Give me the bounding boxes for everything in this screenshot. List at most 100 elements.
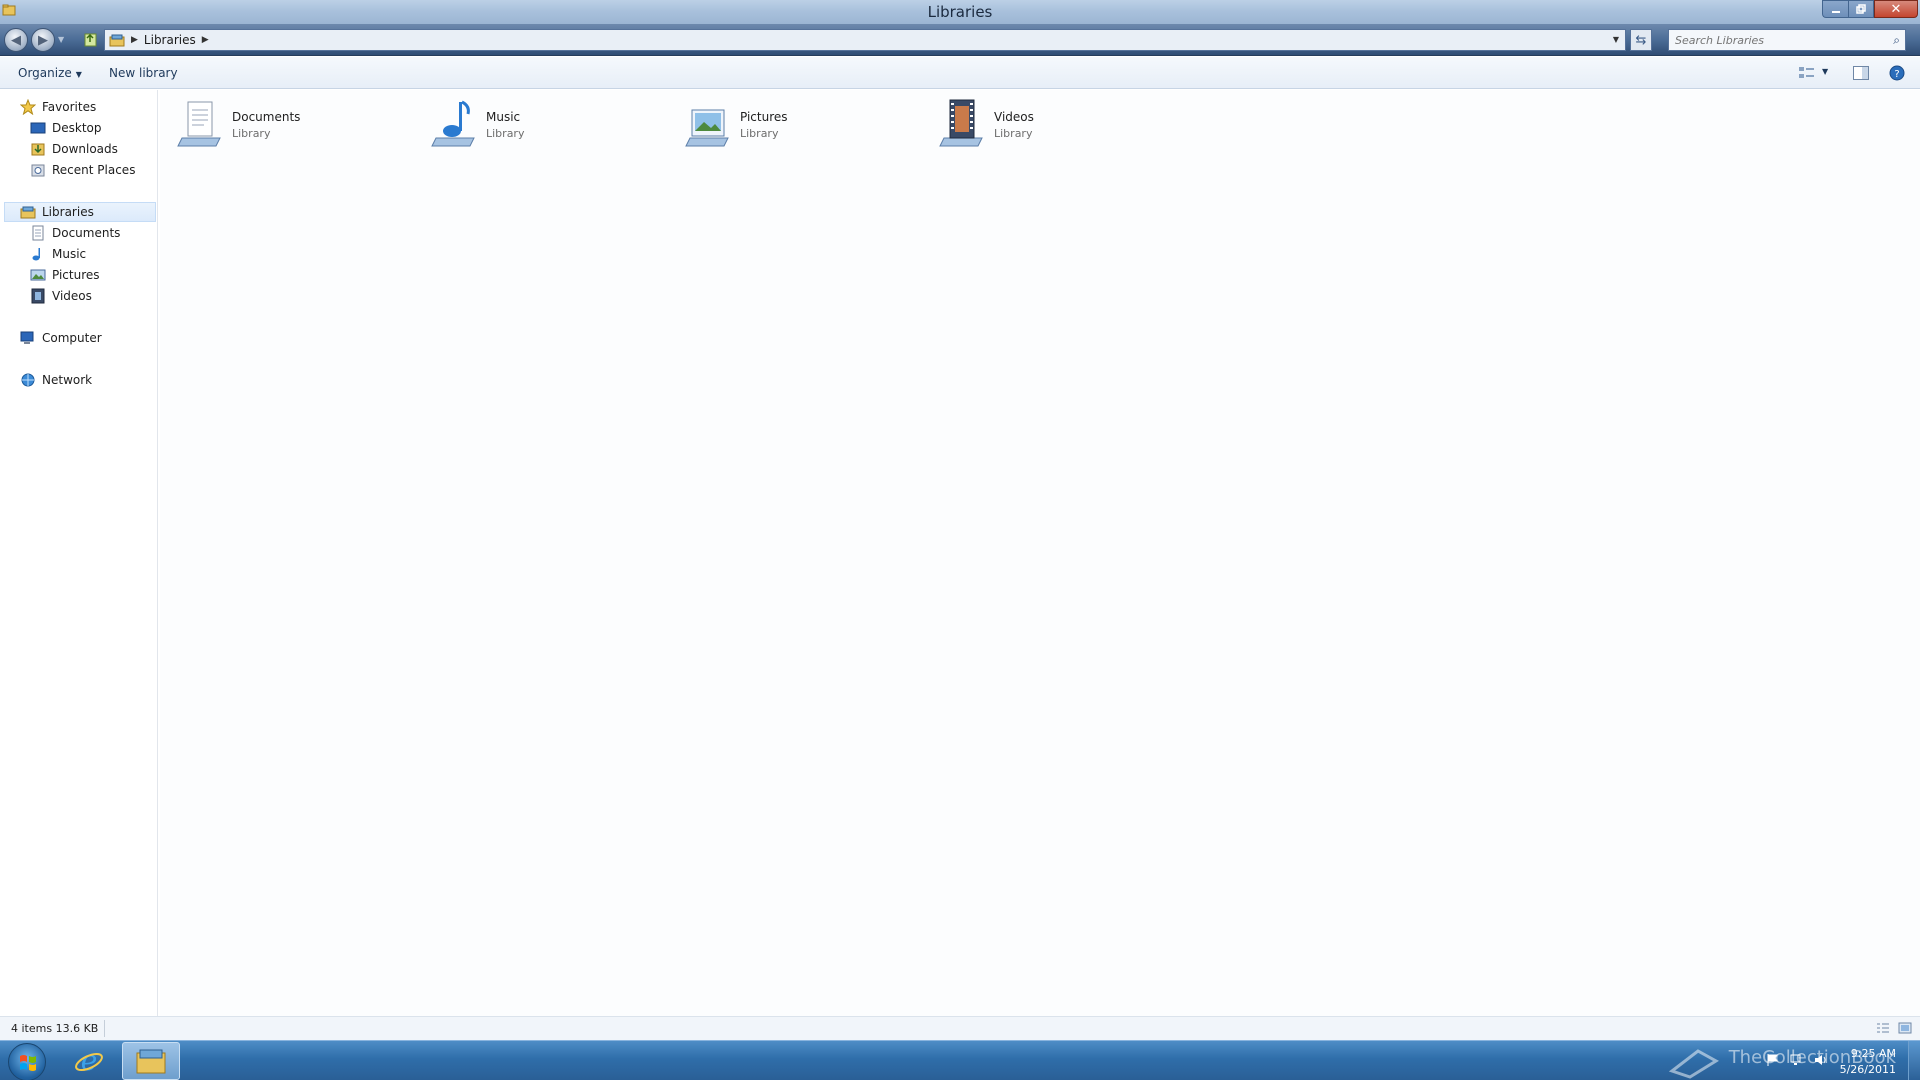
library-item-documents[interactable]: Documents Library — [176, 98, 300, 148]
nav-library-pictures[interactable]: Pictures — [30, 265, 100, 285]
nav-favorites[interactable]: Favorites — [20, 97, 96, 117]
back-arrow-icon: ◀ — [11, 32, 21, 48]
restore-icon — [1856, 4, 1866, 14]
favorites-star-icon — [20, 99, 36, 115]
chevron-down-icon: ▼ — [75, 70, 82, 79]
show-desktop-button[interactable] — [1908, 1041, 1920, 1080]
window-controls: ✕ — [1822, 0, 1918, 18]
book-watermark-icon — [1668, 1049, 1719, 1079]
organize-label: Organize — [18, 66, 72, 80]
nav-documents-label: Documents — [52, 226, 121, 240]
breadcrumb-separator-icon[interactable]: ▶ — [202, 35, 209, 45]
window-title: Libraries — [927, 3, 993, 21]
view-options-chevron-icon[interactable]: ▼ — [1822, 67, 1828, 76]
status-bar: 4 items 13.6 KB — [0, 1016, 1920, 1040]
library-name: Music — [486, 110, 521, 124]
forward-button[interactable]: ▶ — [31, 28, 55, 52]
library-item-pictures[interactable]: Pictures Library — [684, 98, 788, 148]
libraries-icon — [20, 206, 36, 219]
file-view: Documents Library Music Library Pictures… — [160, 90, 1920, 1016]
nav-recent-places-label: Recent Places — [52, 163, 136, 177]
library-type: Library — [486, 127, 525, 140]
breadcrumb-separator-icon[interactable]: ▶ — [131, 35, 138, 45]
maximize-button[interactable] — [1848, 0, 1874, 18]
svg-text:?: ? — [1894, 69, 1899, 80]
nav-downloads[interactable]: Downloads — [30, 139, 118, 159]
recent-places-icon — [31, 164, 45, 177]
taskbar-windows-explorer[interactable] — [122, 1042, 180, 1080]
change-view-icon[interactable] — [1798, 65, 1816, 81]
action-center-flag-icon[interactable] — [1766, 1053, 1780, 1067]
downloads-icon — [31, 143, 45, 156]
music-library-icon — [431, 100, 475, 147]
explorer-folder-icon — [136, 1049, 166, 1074]
nav-library-documents[interactable]: Documents — [30, 223, 120, 243]
taskbar-internet-explorer[interactable]: e — [60, 1042, 118, 1080]
organize-button[interactable]: Organize ▼ — [18, 66, 82, 80]
nav-recent-places[interactable]: Recent Places — [30, 160, 135, 180]
nav-library-music[interactable]: Music — [30, 244, 86, 264]
nav-music-label: Music — [52, 247, 87, 261]
library-name: Documents — [232, 110, 301, 124]
svg-text:e: e — [81, 1045, 98, 1077]
start-button[interactable] — [8, 1043, 46, 1080]
nav-favorites-label: Favorites — [42, 100, 97, 114]
recent-pages-dropdown[interactable]: ▼ — [58, 35, 64, 44]
clock-date: 5/26/2011 — [1839, 1063, 1896, 1076]
clock[interactable]: 9:25 AM 5/26/2011 — [1840, 1046, 1896, 1078]
large-icons-view-icon[interactable] — [1898, 1022, 1912, 1034]
up-folder-icon[interactable] — [84, 31, 98, 47]
nav-network[interactable]: Network — [20, 370, 92, 390]
documents-library-icon — [177, 101, 221, 147]
close-button[interactable]: ✕ — [1874, 0, 1918, 18]
close-icon: ✕ — [1890, 1, 1902, 17]
address-history-dropdown[interactable]: ▼ — [1613, 35, 1619, 44]
back-button[interactable]: ◀ — [4, 28, 28, 52]
title-bar: Libraries ✕ — [0, 0, 1920, 24]
search-box[interactable]: ⌕ — [1668, 29, 1906, 51]
address-bar[interactable]: ▶ Libraries ▶ ▼ — [104, 29, 1626, 51]
refresh-icon: ⇆ — [1635, 32, 1647, 48]
navigation-pane: Favorites Desktop Downloads Recent Place… — [0, 90, 158, 1016]
details-view-icon[interactable] — [1876, 1022, 1890, 1034]
breadcrumb-libraries[interactable]: Libraries — [144, 33, 196, 47]
computer-icon — [20, 331, 34, 344]
status-divider — [104, 1020, 105, 1037]
nav-libraries-label: Libraries — [42, 205, 94, 219]
pictures-icon — [30, 269, 46, 281]
nav-computer-label: Computer — [42, 331, 102, 345]
new-library-button[interactable]: New library — [109, 66, 178, 80]
search-icon[interactable]: ⌕ — [1893, 33, 1900, 48]
nav-desktop-label: Desktop — [52, 121, 102, 135]
status-text: 4 items 13.6 KB — [11, 1022, 99, 1035]
preview-pane-icon[interactable] — [1852, 65, 1870, 81]
windows-logo-icon — [20, 1055, 36, 1071]
internet-explorer-icon: e — [75, 1045, 103, 1077]
network-tray-icon[interactable] — [1790, 1053, 1804, 1067]
nav-libraries[interactable]: Libraries — [4, 202, 156, 222]
library-type: Library — [740, 127, 779, 140]
library-item-music[interactable]: Music Library — [430, 98, 524, 148]
search-input[interactable] — [1675, 33, 1880, 47]
nav-computer[interactable]: Computer — [20, 328, 102, 348]
desktop-icon — [30, 122, 46, 134]
videos-library-icon — [939, 99, 983, 147]
nav-desktop[interactable]: Desktop — [30, 118, 102, 138]
command-bar: Organize ▼ New library ▼ ? — [0, 57, 1920, 89]
minimize-button[interactable] — [1822, 0, 1848, 18]
pictures-library-icon — [685, 109, 729, 147]
libraries-icon — [109, 34, 125, 47]
network-icon — [21, 373, 35, 387]
library-name: Pictures — [740, 110, 788, 124]
help-icon[interactable]: ? — [1888, 65, 1906, 81]
library-name: Videos — [994, 110, 1034, 124]
library-item-videos[interactable]: Videos Library — [938, 98, 1034, 148]
volume-icon[interactable] — [1814, 1053, 1828, 1067]
notification-area: TheCollectionBook 9:25 AM 5/26/2011 — [1590, 1041, 1920, 1080]
refresh-button[interactable]: ⇆ — [1630, 29, 1652, 51]
nav-downloads-label: Downloads — [52, 142, 118, 156]
forward-arrow-icon: ▶ — [38, 32, 48, 48]
music-icon — [32, 248, 40, 261]
nav-library-videos[interactable]: Videos — [30, 286, 92, 306]
library-type: Library — [232, 127, 271, 140]
